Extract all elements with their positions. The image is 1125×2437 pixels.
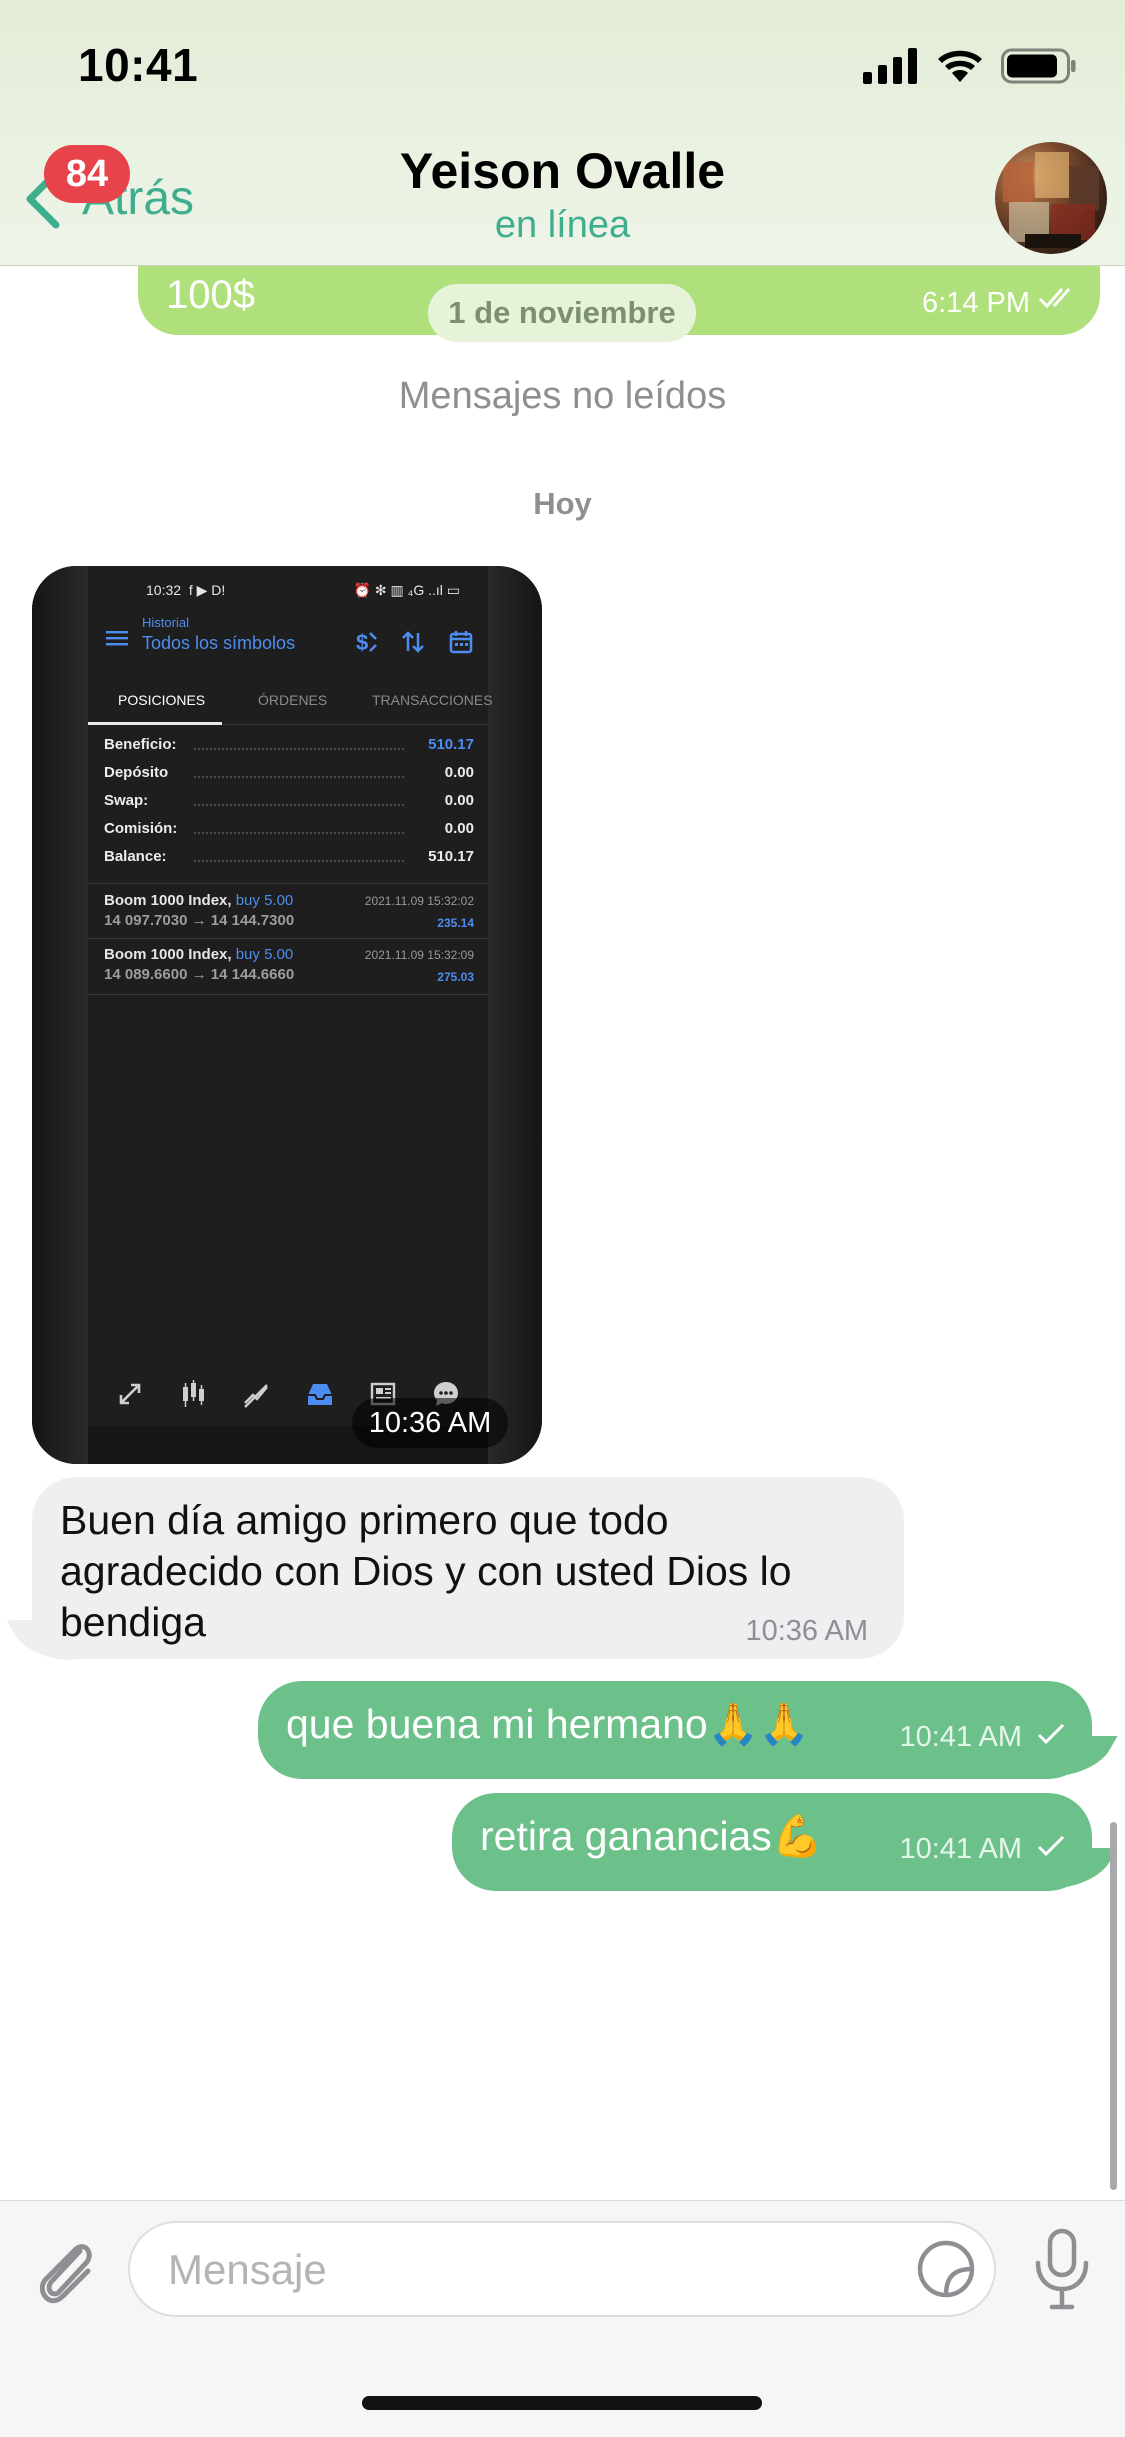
microphone-icon[interactable] <box>1030 2227 1094 2318</box>
trading-app-screenshot: 10:32 f ▶ D! ⏰ ✻ ▥ ₄G ..ıl ▭ Historial T… <box>88 566 493 1464</box>
screenshot-tab: POSICIONES <box>118 692 206 708</box>
outgoing-message[interactable]: que buena mi hermano🙏🙏 10:41 AM <box>258 1681 1092 1779</box>
scroll-indicator[interactable] <box>1110 1822 1117 2190</box>
message-input[interactable] <box>166 2223 910 2317</box>
image-edge <box>486 566 542 1464</box>
summary-row: Depósito 0.00 <box>104 764 474 781</box>
summary-row: Comisión: 0.00 <box>104 820 474 837</box>
history-icon <box>307 1384 332 1405</box>
menu-icon <box>106 629 128 652</box>
image-message[interactable]: 10:32 f ▶ D! ⏰ ✻ ▥ ₄G ..ıl ▭ Historial T… <box>32 566 542 1464</box>
contact-name[interactable]: Yeison Ovalle <box>0 142 1125 200</box>
trade-row: Boom 1000 Index, buy 5.00 2021.11.09 15:… <box>104 946 474 984</box>
attach-icon[interactable] <box>30 2231 100 2316</box>
screenshot-summary: Beneficio: 510.17 Depósito 0.00 Swap: 0.00 … <box>104 736 474 876</box>
currency-icon: $ <box>356 630 377 655</box>
chat-area[interactable]: 100$ 6:14 PM 1 de noviembre Mensajes no … <box>0 0 1125 2200</box>
message-text: retira ganancias💪 <box>480 1813 823 1859</box>
message-text: 100$ <box>166 273 255 317</box>
contact-status: en línea <box>494 204 631 246</box>
chart-icon <box>182 1380 204 1407</box>
message-time: 10:36 AM <box>352 1398 508 1448</box>
message-time: 10:36 AM <box>745 1615 868 1647</box>
quotes-icon <box>119 1383 140 1405</box>
message-time: 6:14 PM <box>922 287 1030 319</box>
trade-row: Boom 1000 Index, buy 5.00 2021.11.09 15:… <box>104 892 474 930</box>
screenshot-header-small: Historial <box>142 615 189 630</box>
svg-text:$: $ <box>356 630 368 655</box>
calendar-icon <box>449 631 473 654</box>
sort-icon <box>402 631 424 653</box>
screenshot-tab: ÓRDENES <box>258 692 328 708</box>
message-text: que buena mi hermano🙏🙏 <box>286 1701 810 1747</box>
screenshot-toolbar-icons: $ <box>352 629 474 655</box>
summary-row: Swap: 0.00 <box>104 792 474 809</box>
divider <box>88 994 488 995</box>
message-field[interactable] <box>128 2221 996 2317</box>
summary-row: Balance: 510.17 <box>104 848 474 865</box>
outgoing-message[interactable]: retira ganancias💪 10:41 AM <box>452 1793 1092 1891</box>
day-separator: Hoy <box>533 486 592 521</box>
screenshot-time: 10:32 f ▶ D! <box>146 582 226 598</box>
screenshot-status-bar: 10:32 f ▶ D! ⏰ ✻ ▥ ₄G ..ıl ▭ <box>88 582 488 604</box>
avatar[interactable] <box>995 142 1107 254</box>
screenshot-tabs: POSICIONES ÓRDENES TRANSACCIONES <box>88 678 493 725</box>
message-time: 10:41 AM <box>899 1833 1022 1865</box>
summary-row: Beneficio: 510.17 <box>104 736 474 753</box>
screenshot-status-icons: ⏰ ✻ ▥ ₄G ..ıl ▭ <box>353 582 460 598</box>
status-icons <box>863 48 1077 84</box>
signal-icon <box>863 48 917 84</box>
image-edge <box>32 566 88 1464</box>
divider <box>88 938 488 939</box>
divider <box>88 883 488 884</box>
wifi-icon <box>938 50 982 82</box>
active-tab-indicator <box>88 722 222 725</box>
home-indicator[interactable] <box>362 2396 762 2410</box>
check-icon <box>1036 1833 1066 1864</box>
screenshot-tab: TRANSACCIONES <box>372 692 493 708</box>
chat-header: 10:41 Atrás 84 Yeison Ovalle en línea <box>0 0 1125 266</box>
screenshot-toolbar: Historial Todos los símbolos $ <box>88 611 488 677</box>
screenshot-header-title: Todos los símbolos <box>142 633 296 653</box>
battery-icon <box>1001 48 1076 84</box>
incoming-message[interactable]: Buen día amigo primero que todo agradeci… <box>32 1477 904 1659</box>
message-time: 10:41 AM <box>899 1721 1022 1753</box>
unread-divider: Mensajes no leídos <box>398 375 727 417</box>
sticker-icon[interactable] <box>914 2237 978 2306</box>
status-time: 10:41 <box>78 39 199 91</box>
trade-icon <box>244 1384 269 1408</box>
date-separator: 1 de noviembre <box>428 284 696 342</box>
double-check-icon <box>1038 285 1080 316</box>
check-icon <box>1036 1721 1066 1752</box>
